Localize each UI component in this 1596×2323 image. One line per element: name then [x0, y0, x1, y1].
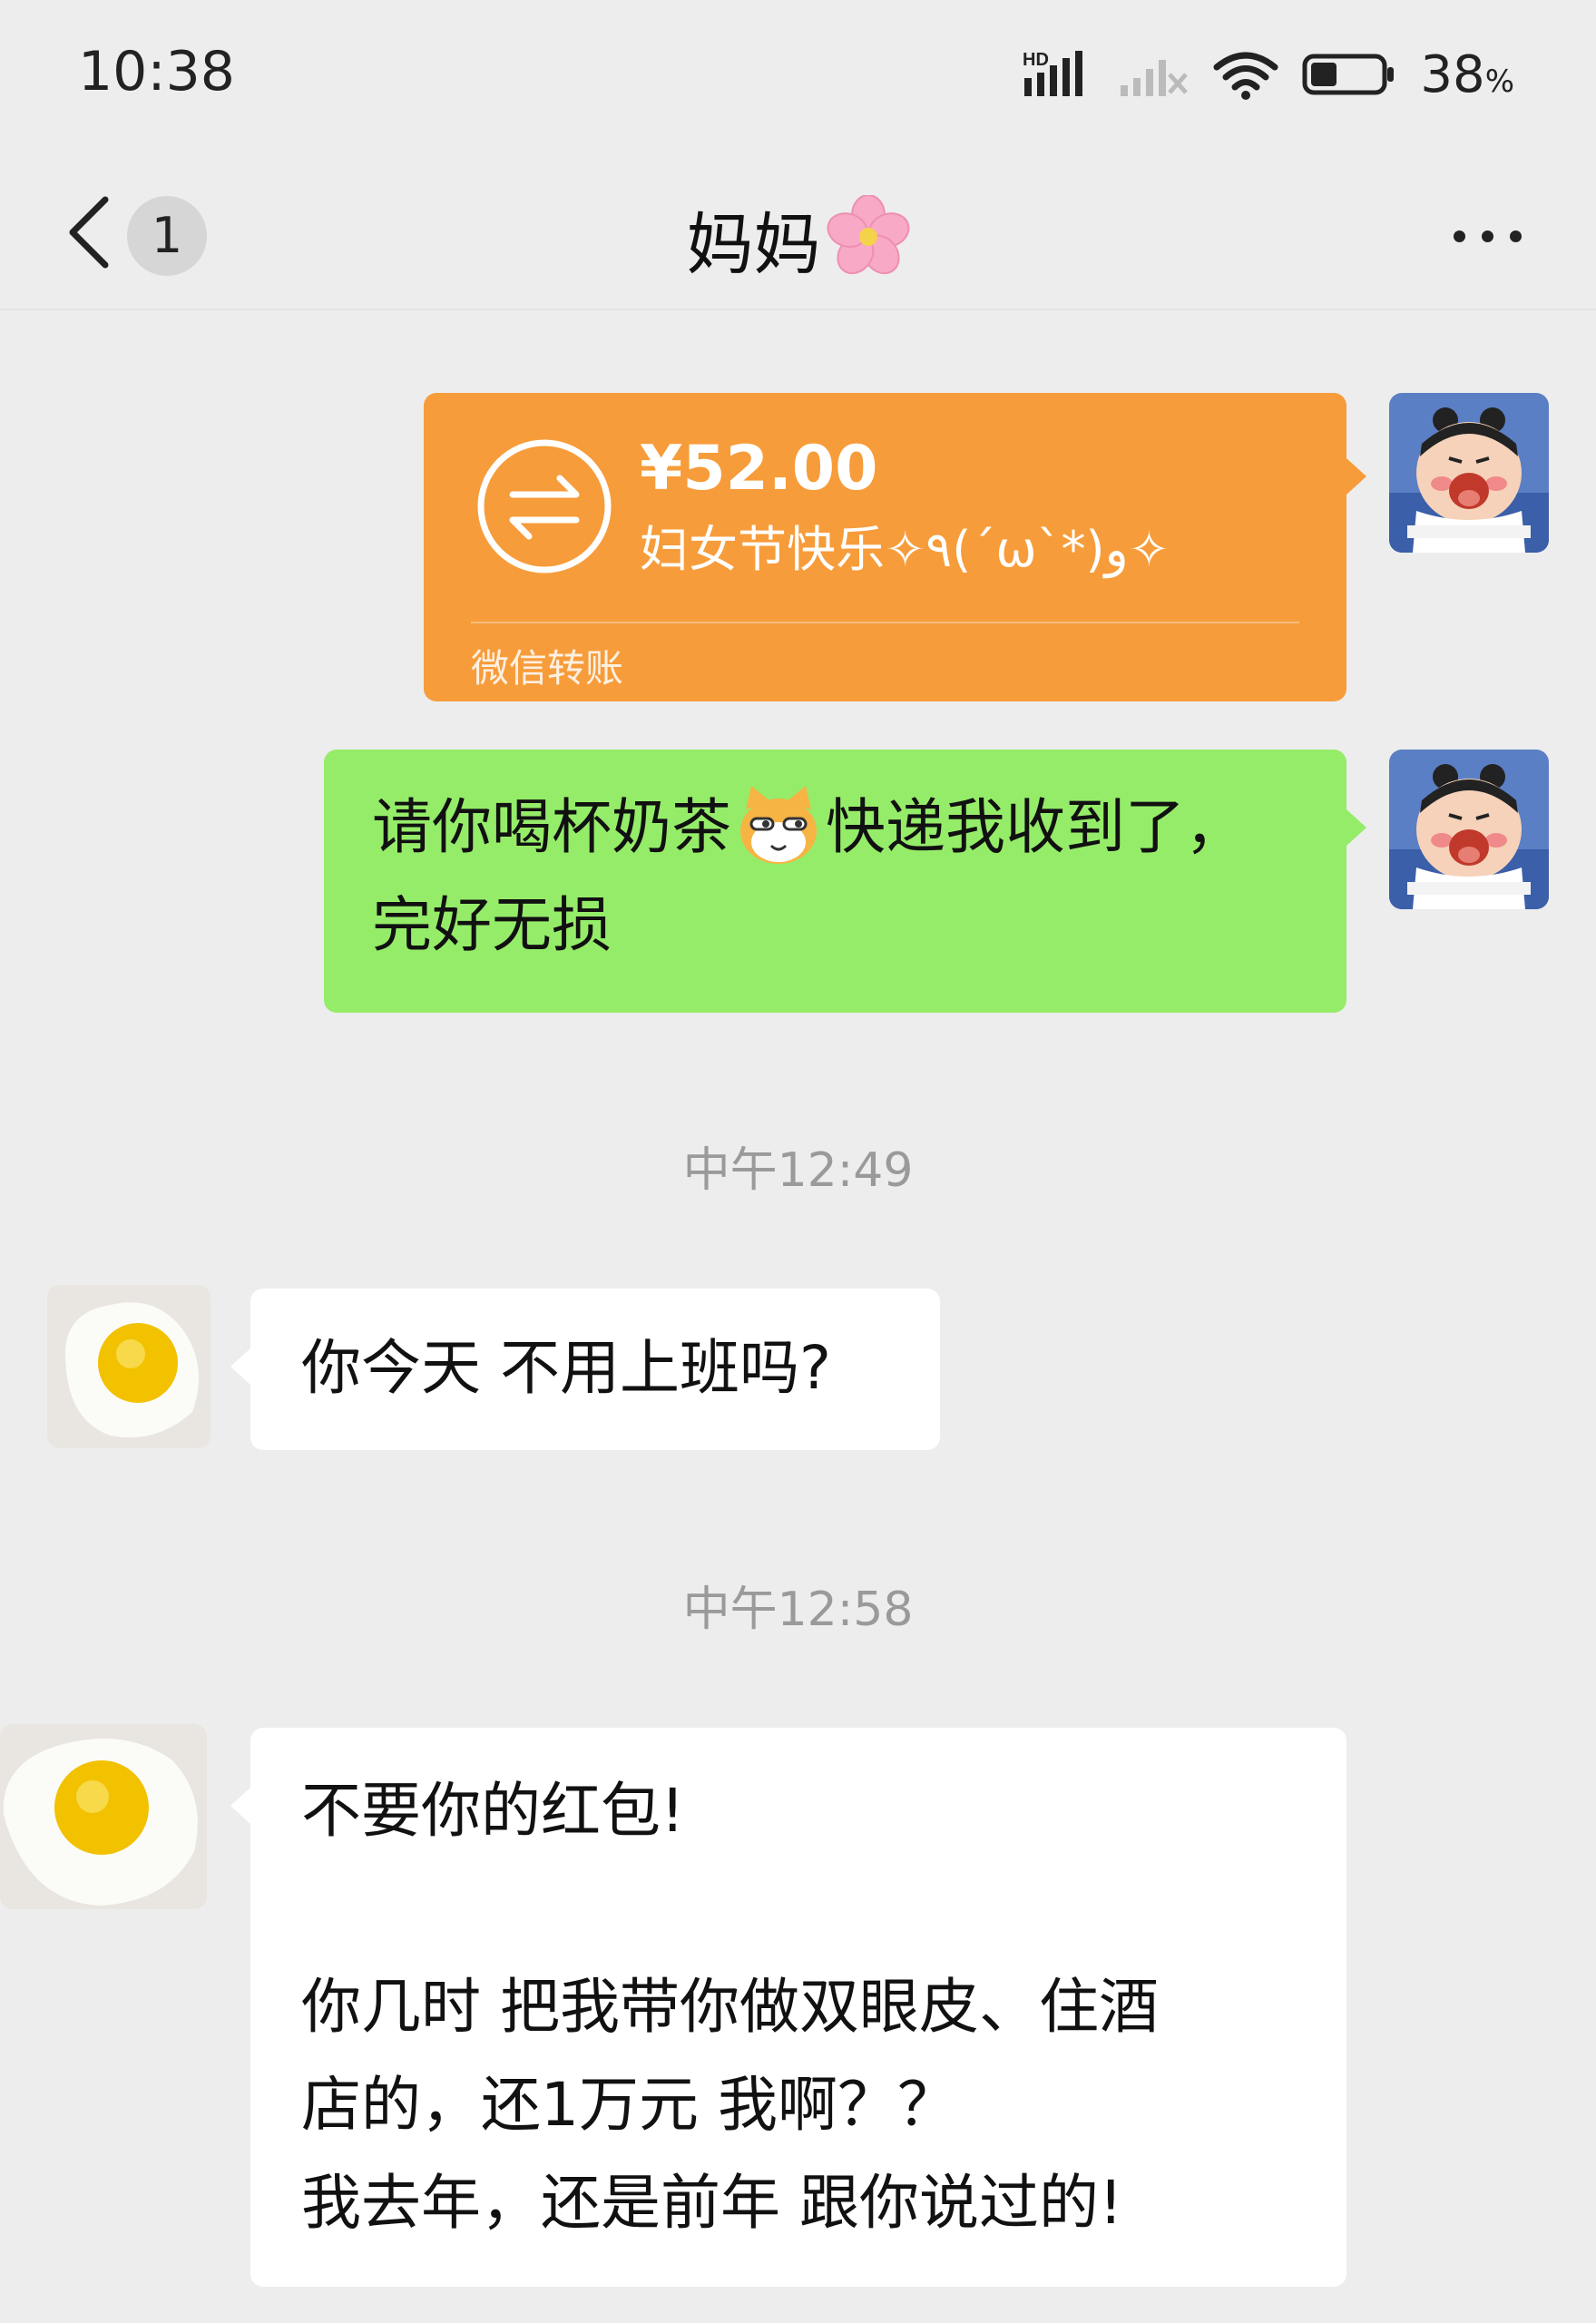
- message-line: 请你喝杯奶茶 快递我收到了，: [372, 779, 1245, 877]
- message-text: 你今天 不用上班吗?: [301, 1333, 832, 1403]
- cat-emoji-icon: [740, 786, 817, 864]
- transfer-label: 微信转账: [471, 646, 624, 691]
- my-text-message[interactable]: 请你喝杯奶茶 快递我收到了， 完好无损: [324, 750, 1366, 1013]
- message-timestamp: 中午12:49: [682, 1143, 914, 1198]
- bubble-tail: [230, 1788, 250, 1824]
- more-dot: [1509, 230, 1522, 242]
- message-text: 请你喝杯奶茶: [372, 792, 731, 862]
- cartoon-avatar-icon: [1389, 750, 1549, 909]
- fried-egg-icon: [0, 1724, 207, 1909]
- transfer-amount: ¥52.00: [640, 433, 878, 505]
- transfer-memo: 妇女节快乐✧٩(ˊωˋ*)و✧: [640, 521, 1170, 578]
- my-avatar[interactable]: [1389, 393, 1549, 553]
- transfer-icon: [477, 439, 612, 573]
- chat-title-text: 妈妈: [686, 206, 821, 284]
- cartoon-avatar-icon: [1389, 393, 1549, 553]
- message-line: 店的，还1万元 我啊？？: [301, 2070, 957, 2140]
- chat-header: 1 妈妈: [0, 154, 1596, 310]
- flower-icon: [827, 195, 909, 275]
- contact-text-message[interactable]: 不要你的红包! 你几时 把我带你做双眼皮、住酒 店的，还1万元 我啊？？ 我去年…: [230, 1728, 1346, 2287]
- message-line: 完好无损: [372, 890, 612, 960]
- message-line: 我去年，还是前年 跟你说过的!: [301, 2168, 1123, 2238]
- battery-icon: [1302, 54, 1395, 95]
- bubble-tail: [230, 1348, 250, 1385]
- fried-egg-icon: [47, 1285, 211, 1448]
- chat-title: 妈妈: [0, 191, 1596, 288]
- message-line: 不要你的红包!: [301, 1776, 685, 1846]
- more-options-button[interactable]: [1433, 209, 1542, 263]
- contact-text-message[interactable]: 你今天 不用上班吗?: [230, 1289, 940, 1450]
- wifi-icon: [1213, 52, 1278, 100]
- more-dot: [1453, 230, 1465, 242]
- my-avatar[interactable]: [1389, 750, 1549, 909]
- bubble-tail: [1346, 809, 1366, 846]
- contact-avatar[interactable]: [0, 1724, 207, 1909]
- status-bar: 10:38 HD 38%: [0, 0, 1596, 154]
- transfer-message[interactable]: ¥52.00 妇女节快乐✧٩(ˊωˋ*)و✧ 微信转账: [424, 393, 1366, 701]
- svg-text:HD: HD: [1023, 50, 1049, 70]
- message-timestamp: 中午12:58: [682, 1583, 914, 1637]
- more-dot: [1481, 230, 1493, 242]
- message-line: 你几时 把我带你做双眼皮、住酒: [301, 1972, 1159, 2042]
- signal-hd-icon: HD: [1023, 50, 1083, 96]
- status-icons: HD 38%: [1023, 44, 1514, 104]
- bubble-tail: [1346, 458, 1366, 495]
- message-text: 快递我收到了，: [826, 792, 1245, 862]
- contact-avatar[interactable]: [47, 1285, 211, 1448]
- signal-weak-icon: [1121, 60, 1189, 96]
- status-time: 10:38: [78, 40, 235, 103]
- divider: [471, 622, 1299, 623]
- battery-percent: 38%: [1420, 44, 1514, 104]
